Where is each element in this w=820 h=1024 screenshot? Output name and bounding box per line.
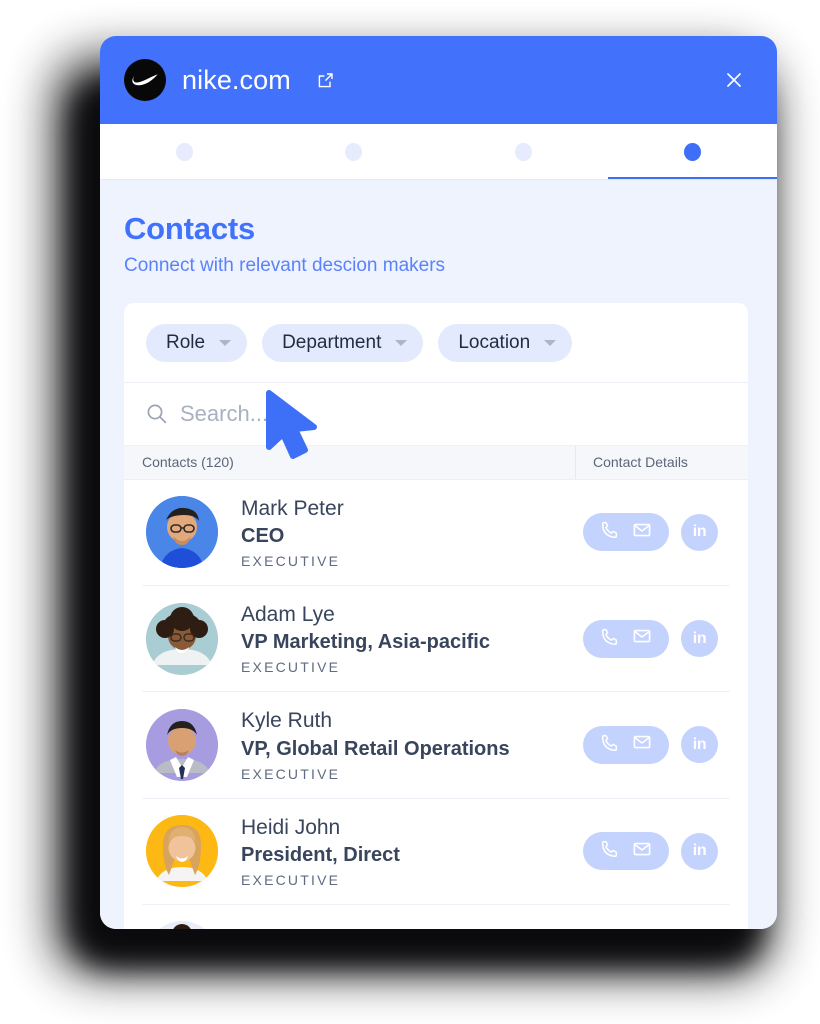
search-input[interactable] xyxy=(180,400,726,427)
window-title: nike.com xyxy=(182,64,291,95)
tab-dot-1 xyxy=(176,143,194,161)
contact-info: Heidi John President, Direct EXECUTIVE xyxy=(218,815,583,888)
table-row[interactable]: Mark Peter CEO EXECUTIVE in xyxy=(142,480,730,587)
tab-dot-4 xyxy=(683,143,701,161)
nike-swoosh-logo-icon xyxy=(124,59,166,101)
tab-dots-bar xyxy=(100,124,777,180)
email-icon[interactable] xyxy=(632,732,652,757)
tab-dot-3 xyxy=(514,143,532,161)
contact-role: VP Marketing, Asia-pacific xyxy=(241,631,490,654)
chevron-down-icon xyxy=(544,339,557,346)
contact-role: President, Direct xyxy=(241,843,400,866)
table-row[interactable]: Adam Lye VP Marketing, Asia-pacific EXEC… xyxy=(142,586,730,693)
avatar xyxy=(146,496,218,569)
page-subtitle: Connect with relevant descion makers xyxy=(124,255,446,277)
contact-tag: EXECUTIVE xyxy=(241,871,341,888)
tab-dot-2 xyxy=(345,143,363,161)
avatar xyxy=(146,815,218,888)
table-row[interactable]: Josh Rode xyxy=(142,905,730,929)
tab-4[interactable] xyxy=(607,124,777,180)
contact-pill[interactable] xyxy=(583,725,669,764)
contact-name: Kyle Ruth xyxy=(241,709,333,733)
search-icon xyxy=(146,403,167,424)
list-column-headers: Contacts (120) Contact Details xyxy=(124,445,748,480)
filter-bar: Role Department Location xyxy=(124,303,748,383)
linkedin-icon[interactable]: in xyxy=(681,513,718,551)
linkedin-icon[interactable]: in xyxy=(681,726,718,764)
page-body: Contacts Connect with relevant descion m… xyxy=(100,180,777,929)
contact-tag: EXECUTIVE xyxy=(241,553,341,570)
chevron-down-icon xyxy=(219,339,232,346)
tab-3[interactable] xyxy=(439,124,608,180)
filter-chip-location-label: Location xyxy=(458,331,531,353)
window-titlebar: nike.com xyxy=(100,36,777,124)
contact-actions: in xyxy=(583,725,730,764)
email-icon[interactable] xyxy=(632,520,652,545)
table-row[interactable]: Kyle Ruth VP, Global Retail Operations E… xyxy=(142,692,730,799)
contact-actions: in xyxy=(583,619,730,658)
browser-window: nike.com Contacts Connect with relevant … xyxy=(100,36,777,929)
contact-tag: EXECUTIVE xyxy=(241,765,341,782)
contact-pill[interactable] xyxy=(583,832,669,871)
phone-icon[interactable] xyxy=(600,520,619,544)
filter-chip-department-label: Department xyxy=(282,331,382,353)
contact-pill[interactable] xyxy=(583,619,669,658)
email-icon[interactable] xyxy=(632,839,652,864)
linkedin-icon[interactable]: in xyxy=(681,620,718,658)
external-link-icon[interactable] xyxy=(317,72,334,89)
contacts-list: Mark Peter CEO EXECUTIVE in Adam Lye VP … xyxy=(124,479,748,929)
contact-pill[interactable] xyxy=(583,513,669,552)
linkedin-icon[interactable]: in xyxy=(681,832,718,870)
phone-icon[interactable] xyxy=(600,627,619,651)
avatar xyxy=(146,920,218,929)
contact-name: Adam Lye xyxy=(241,603,335,627)
contact-role: CEO xyxy=(241,525,285,548)
avatar xyxy=(146,708,218,781)
close-icon[interactable] xyxy=(717,63,751,97)
phone-icon[interactable] xyxy=(600,839,619,863)
chevron-down-icon xyxy=(395,339,408,346)
contact-tag: EXECUTIVE xyxy=(241,659,341,676)
filter-chip-department[interactable]: Department xyxy=(262,323,424,362)
contact-info: Kyle Ruth VP, Global Retail Operations E… xyxy=(218,708,583,781)
search-bar[interactable] xyxy=(124,383,748,446)
contact-details-header: Contact Details xyxy=(575,445,748,479)
contacts-card: Role Department Location Search... Conta… xyxy=(124,302,748,929)
contact-info: Adam Lye VP Marketing, Asia-pacific EXEC… xyxy=(218,602,583,675)
email-icon[interactable] xyxy=(632,626,652,651)
avatar xyxy=(146,602,218,675)
table-row[interactable]: Heidi John President, Direct EXECUTIVE i… xyxy=(142,799,730,905)
brand-group: nike.com xyxy=(124,59,334,101)
phone-icon[interactable] xyxy=(600,733,619,757)
contacts-count-header: Contacts (120) xyxy=(142,454,234,471)
contact-actions: in xyxy=(583,832,730,871)
filter-chip-role[interactable]: Role xyxy=(146,323,248,362)
tab-2[interactable] xyxy=(269,124,438,180)
tab-1[interactable] xyxy=(100,124,269,180)
contact-name: Heidi John xyxy=(241,815,341,839)
filter-chip-role-label: Role xyxy=(166,331,206,353)
filter-chip-location[interactable]: Location xyxy=(438,323,573,362)
contact-info: Mark Peter CEO EXECUTIVE xyxy=(218,496,583,569)
contact-role: VP, Global Retail Operations xyxy=(241,737,510,760)
contact-name: Mark Peter xyxy=(241,496,344,520)
screenshot-stage: nike.com Contacts Connect with relevant … xyxy=(0,0,820,1024)
page-header: Contacts Connect with relevant descion m… xyxy=(100,211,777,278)
contact-actions: in xyxy=(583,513,730,552)
page-title: Contacts xyxy=(124,211,256,246)
